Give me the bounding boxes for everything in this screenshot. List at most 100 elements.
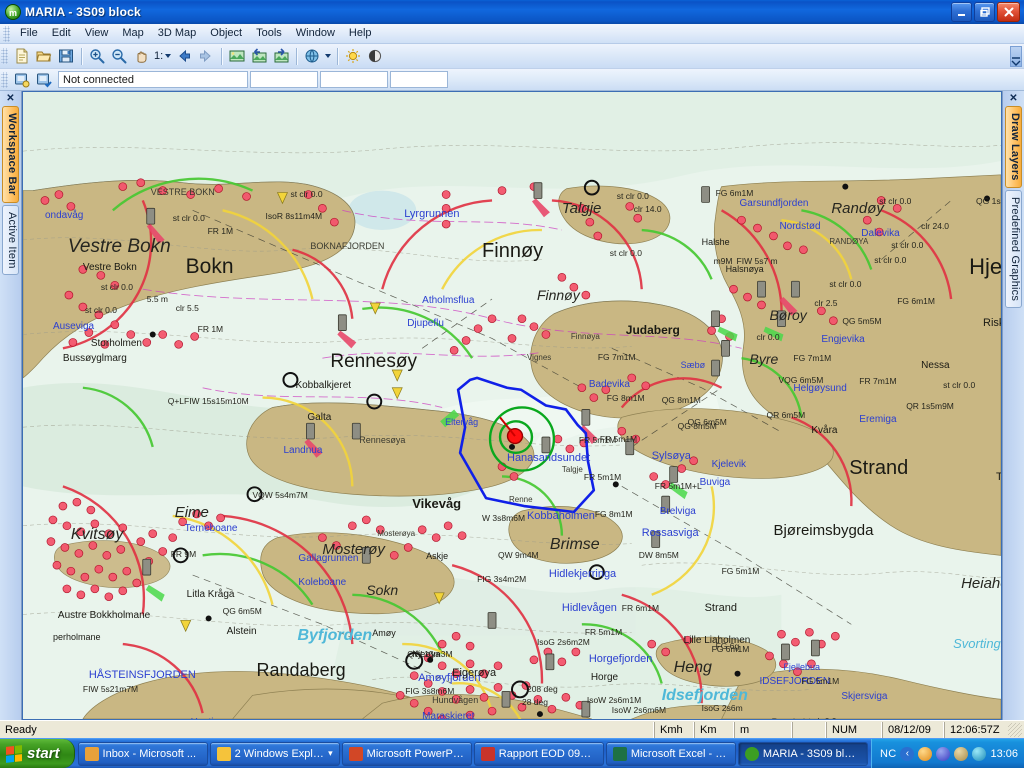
sidebar-item-predefined-graphics[interactable]: Predefined Graphics	[1005, 189, 1022, 308]
status-ready-text: Ready	[5, 723, 37, 736]
taskbar-button-2[interactable]: Microsoft PowerPoi...	[341, 741, 472, 766]
maria-application-window: m MARIA - 3S09 block File Edit View Map …	[0, 0, 1024, 768]
menu-3dmap[interactable]: 3D Map	[151, 25, 204, 42]
right-dock-close-icon[interactable]: ✕	[1003, 91, 1024, 105]
depth-unit-cell: m	[734, 721, 792, 738]
forward-arrow-icon[interactable]	[195, 46, 217, 67]
sensor-toolbar-gripper[interactable]	[1, 71, 8, 88]
taskbar-app-icon	[84, 746, 99, 761]
workspace-area: ✕ Workspace Bar Active Item Vestre Bokn …	[0, 91, 1024, 720]
taskbar-button-4[interactable]: Microsoft Excel - Si...	[605, 741, 736, 766]
day-night-icon[interactable]	[364, 46, 386, 67]
back-arrow-icon[interactable]	[173, 46, 195, 67]
taskbar-app-icon	[480, 746, 495, 761]
sidebar-item-workspace-bar[interactable]: Workspace Bar	[2, 106, 19, 203]
windows-taskbar: start Inbox - Microsoft ... 2 Windows Exp…	[0, 738, 1024, 768]
system-tray: NC ‹ 13:06	[870, 739, 1024, 768]
menu-tools[interactable]: Tools	[249, 25, 289, 42]
open-folder-icon[interactable]	[33, 46, 55, 67]
left-dock-filler	[0, 276, 21, 720]
taskbar-app-icon	[216, 746, 231, 761]
pan-hand-icon[interactable]	[130, 46, 152, 67]
taskbar-button-label: Inbox - Microsoft ...	[102, 747, 197, 760]
menu-help-label: Help	[348, 27, 372, 39]
sidebar-item-active-item[interactable]: Active Item	[2, 204, 19, 276]
taskbar-button-0[interactable]: Inbox - Microsoft ...	[77, 741, 208, 766]
status-field-4[interactable]	[390, 71, 448, 88]
menu-window-label: Window	[295, 27, 335, 39]
zoom-out-icon[interactable]	[108, 46, 130, 67]
toolbar-separator-4	[337, 47, 339, 65]
chart-canvas[interactable]	[23, 92, 1001, 719]
restore-button[interactable]	[974, 2, 995, 22]
taskbar-buttons: Inbox - Microsoft ... 2 Windows Explorer ▾…	[75, 739, 871, 768]
chart-next-view-icon[interactable]	[270, 46, 292, 67]
taskbar-button-1[interactable]: 2 Windows Explorer ▾	[209, 741, 340, 766]
sidebar-item-draw-layers[interactable]: Draw Layers	[1005, 106, 1022, 188]
connection-status-field[interactable]: Not connected	[58, 71, 248, 88]
language-indicator[interactable]: NC	[880, 748, 897, 760]
zoom-in-icon[interactable]	[86, 46, 108, 67]
toolbar-gripper[interactable]	[1, 48, 8, 64]
menu-object-label: Object	[210, 27, 243, 39]
scale-selector[interactable]: 1:	[152, 50, 173, 62]
brightness-sun-icon[interactable]	[342, 46, 364, 67]
antivirus-tray-icon[interactable]	[972, 746, 987, 761]
taskbar-button-label: MARIA - 3S09 block	[762, 747, 861, 760]
outlook-tray-icon[interactable]	[918, 746, 933, 761]
maria-nautical-chart[interactable]: Vestre Bokn Bokn VESTRE BOKN BOKNAFJORDEN Ve…	[23, 92, 1001, 719]
right-dock-panel: ✕ Draw Layers Predefined Graphics	[1002, 91, 1024, 720]
menu-gripper[interactable]	[3, 25, 10, 42]
menu-file-label: File	[20, 27, 38, 39]
start-button[interactable]: start	[0, 739, 75, 768]
usb-device-tray-icon[interactable]	[954, 746, 969, 761]
taskbar-button-label: Microsoft Excel - Si...	[630, 747, 729, 760]
menu-3dmap-label: 3D Map	[157, 27, 197, 39]
network-activity-tray-icon[interactable]	[936, 746, 951, 761]
speed-unit-cell: Kmh	[654, 721, 694, 738]
disconnect-sensor-icon[interactable]	[33, 69, 55, 90]
menu-map[interactable]: Map	[115, 25, 150, 42]
menu-view[interactable]: View	[78, 25, 116, 42]
toolbar-overflow-chevron[interactable]	[1010, 45, 1022, 67]
left-dock-close-icon[interactable]: ✕	[0, 91, 21, 105]
save-icon[interactable]	[55, 46, 77, 67]
taskbar-button-3[interactable]: Rapport EOD 0906...	[473, 741, 604, 766]
right-dock-filler	[1003, 309, 1024, 720]
distance-unit-cell: Km	[694, 721, 734, 738]
scale-label: 1:	[154, 50, 164, 62]
main-toolbar: 1:	[0, 44, 1024, 69]
status-field-3[interactable]	[320, 71, 388, 88]
taskbar-group-arrow-icon[interactable]: ▾	[328, 748, 333, 759]
taskbar-button-label: Rapport EOD 0906...	[498, 747, 597, 760]
menu-edit[interactable]: Edit	[45, 25, 78, 42]
globe-dropdown[interactable]	[323, 54, 333, 58]
window-title-bar: m MARIA - 3S09 block	[0, 0, 1024, 24]
taskbar-button-5[interactable]: MARIA - 3S09 block	[737, 741, 868, 766]
globe-icon[interactable]	[301, 46, 323, 67]
taskbar-button-label: 2 Windows Explorer	[234, 747, 325, 760]
window-controls	[951, 2, 1022, 22]
show-hidden-icons-chevron[interactable]: ‹	[900, 746, 915, 761]
status-field-2[interactable]	[250, 71, 318, 88]
date-cell: 08/12/09	[882, 721, 944, 738]
connect-sensor-icon[interactable]	[11, 69, 33, 90]
status-bar: Ready Kmh Km m NUM 08/12/09 12:06:57Z	[0, 720, 1024, 738]
menu-view-label: View	[84, 27, 109, 39]
chart-view-icon[interactable]	[226, 46, 248, 67]
taskbar-button-label: Microsoft PowerPoi...	[366, 747, 465, 760]
resize-grip[interactable]	[1008, 722, 1022, 737]
new-chart-icon[interactable]	[11, 46, 33, 67]
menu-object[interactable]: Object	[203, 25, 249, 42]
globe-dropdown-arrow[interactable]	[325, 54, 332, 58]
close-button[interactable]	[997, 2, 1020, 22]
chart-viewport[interactable]: Vestre Bokn Bokn VESTRE BOKN BOKNAFJORDEN Ve…	[22, 91, 1002, 720]
menu-help[interactable]: Help	[342, 25, 379, 42]
minimize-button[interactable]	[951, 2, 972, 22]
scale-dropdown-arrow[interactable]	[165, 54, 172, 58]
taskbar-clock[interactable]: 13:06	[990, 748, 1018, 760]
chart-prev-view-icon[interactable]	[248, 46, 270, 67]
left-dock-panel: ✕ Workspace Bar Active Item	[0, 91, 22, 720]
menu-window[interactable]: Window	[289, 25, 342, 42]
menu-file[interactable]: File	[13, 25, 45, 42]
